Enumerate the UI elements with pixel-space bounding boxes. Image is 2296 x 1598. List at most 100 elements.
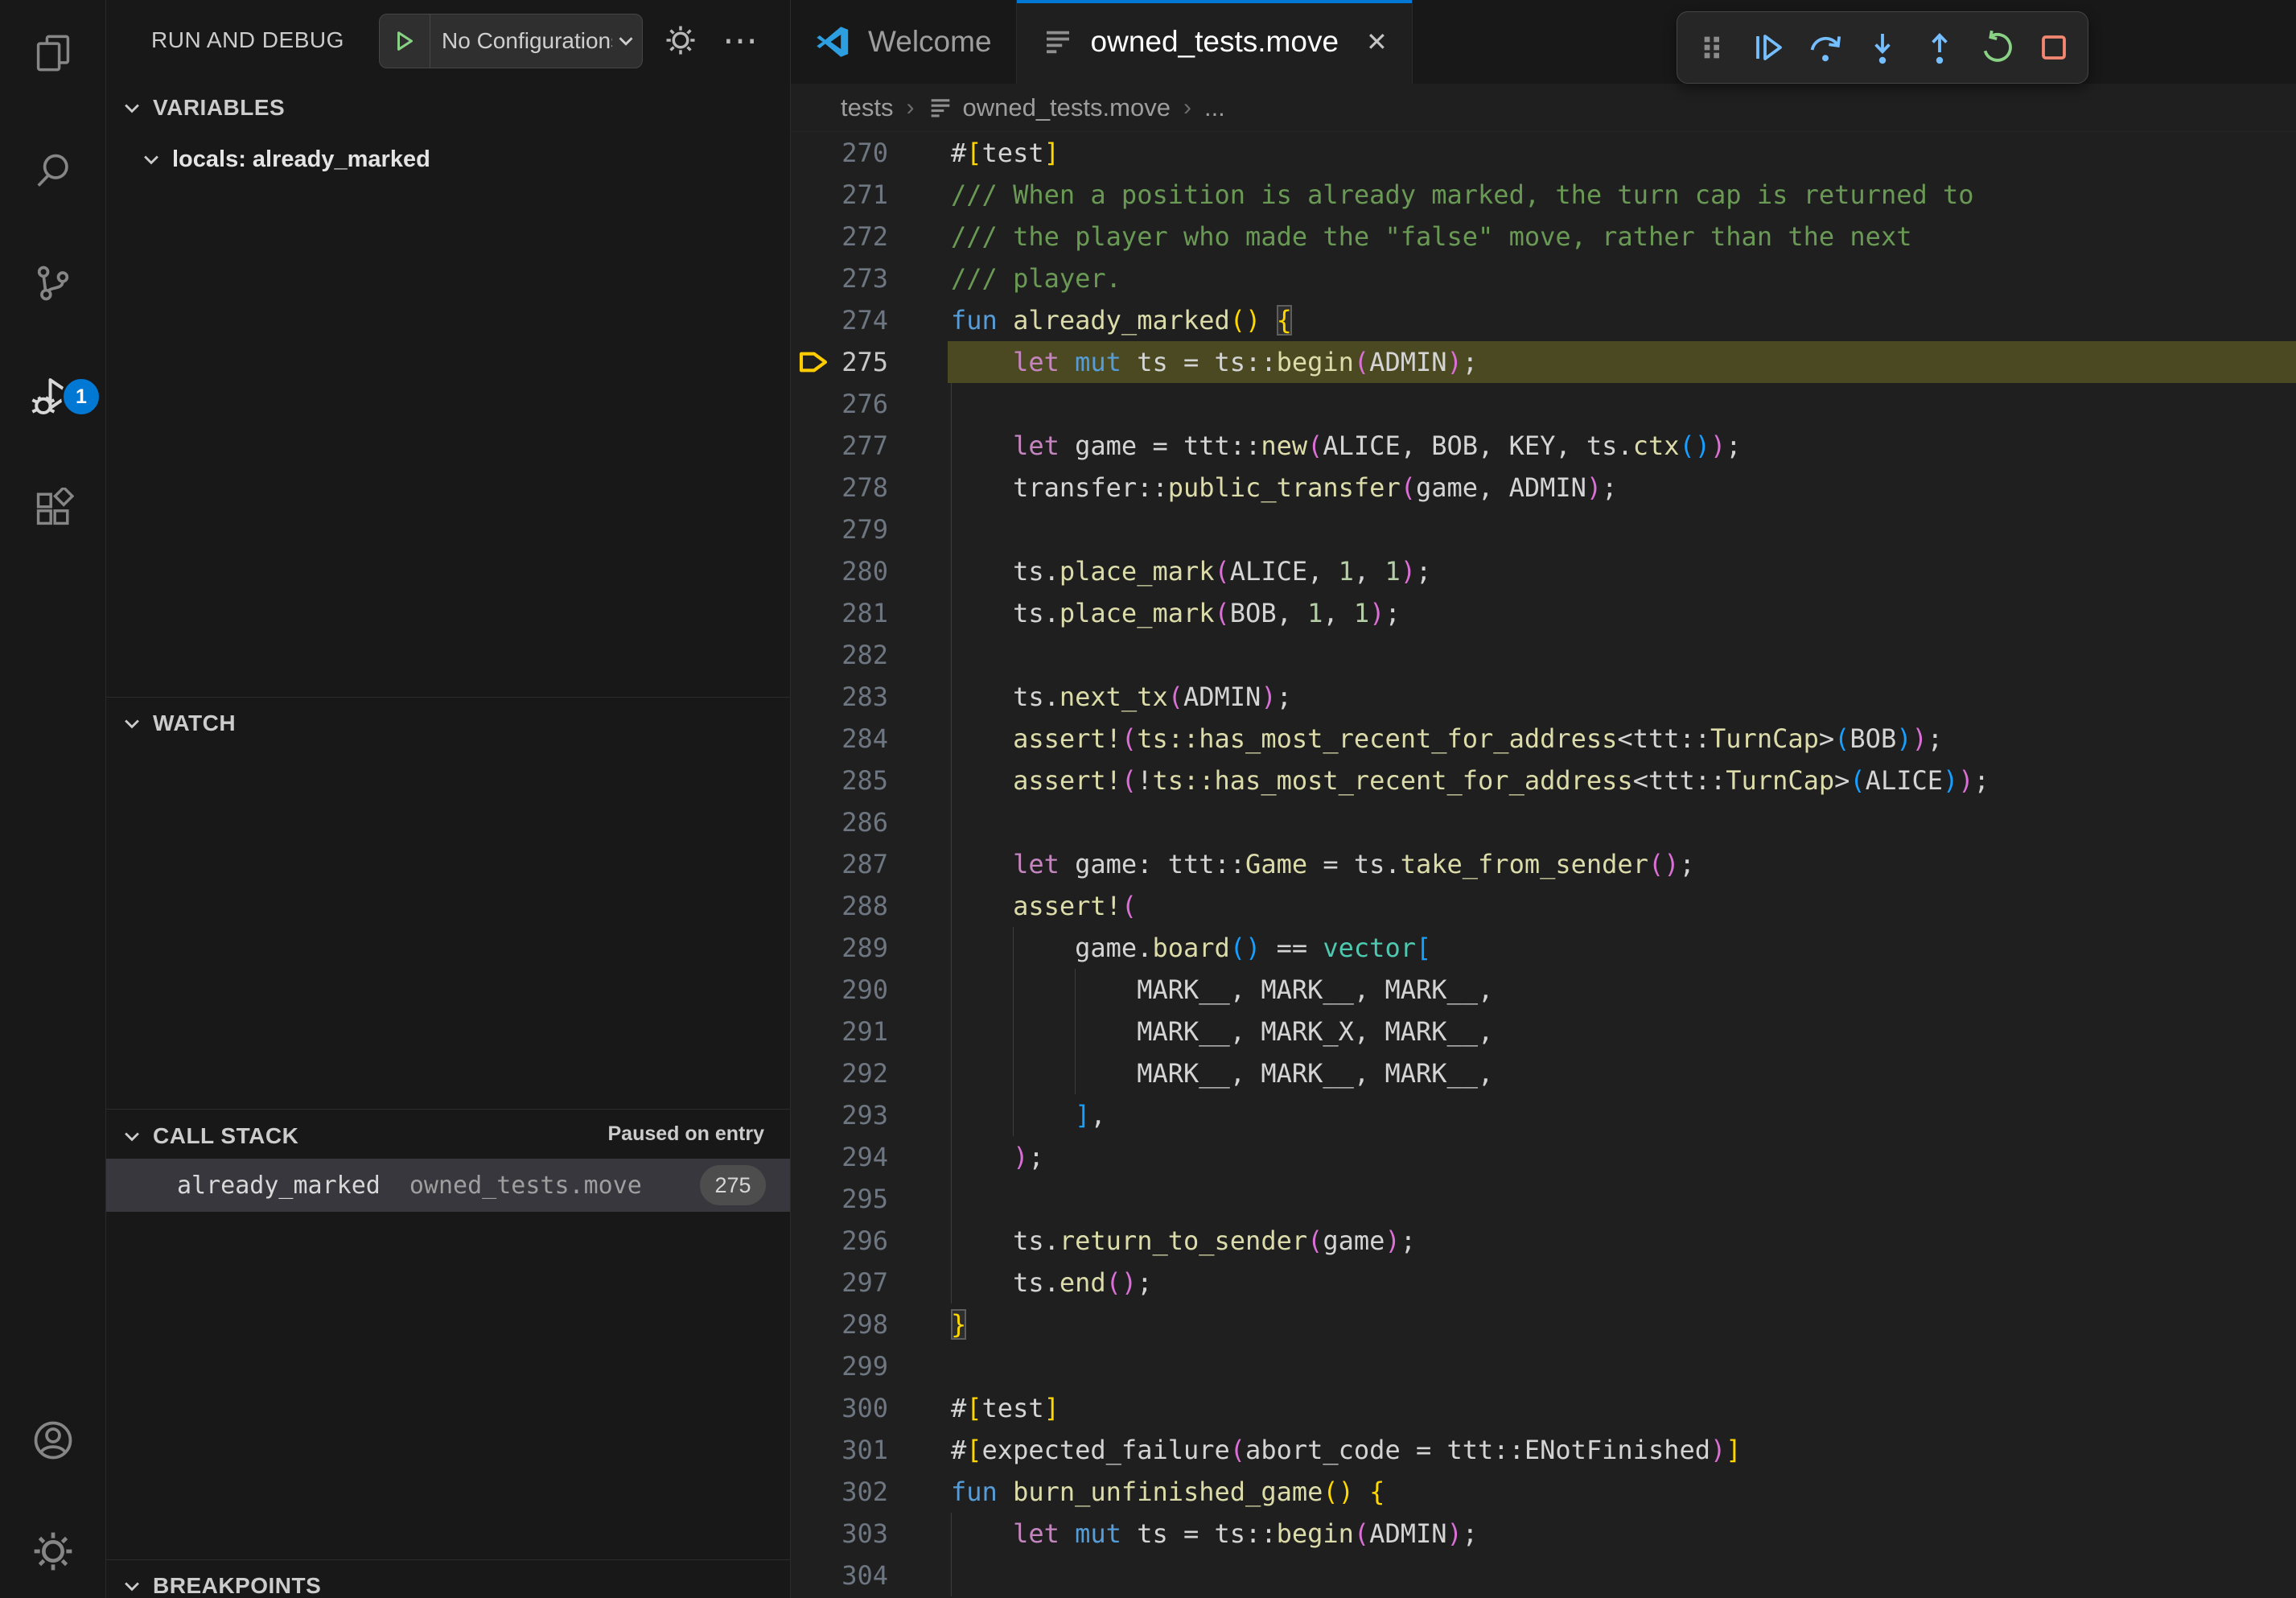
line-number[interactable]: 297 (811, 1262, 888, 1304)
settings-gear-icon[interactable] (0, 1513, 105, 1590)
stop-icon[interactable] (2028, 22, 2080, 73)
code-line[interactable]: ts.end(); (951, 1262, 1152, 1304)
chevron-down-icon (614, 29, 638, 53)
line-number[interactable]: 300 (811, 1387, 888, 1429)
code-line[interactable]: MARK__, MARK__, MARK__, (951, 969, 1493, 1011)
code-line[interactable]: MARK__, MARK_X, MARK__, (951, 1011, 1493, 1052)
line-number[interactable]: 288 (811, 885, 888, 927)
line-number[interactable]: 276 (811, 383, 888, 425)
line-number[interactable]: 280 (811, 550, 888, 592)
run-and-debug-sidebar: RUN AND DEBUG No Configurations ⋯ (106, 0, 791, 1598)
code-line[interactable]: /// player. (951, 257, 1121, 299)
line-number[interactable]: 304 (811, 1555, 888, 1596)
line-number[interactable]: 282 (811, 634, 888, 676)
line-number[interactable]: 295 (811, 1178, 888, 1220)
code-line[interactable]: MARK__, MARK__, MARK__, (951, 1052, 1493, 1094)
line-number[interactable]: 285 (811, 760, 888, 801)
line-number[interactable]: 303 (811, 1513, 888, 1555)
debug-settings-gear-icon[interactable] (655, 14, 706, 66)
breadcrumb-item-symbol[interactable]: ... (1204, 93, 1225, 122)
breadcrumb-item-file[interactable]: owned_tests.move (962, 93, 1170, 122)
line-number[interactable]: 283 (811, 676, 888, 718)
section-label: VARIABLES (153, 95, 285, 121)
code-line[interactable]: transfer::public_transfer(game, ADMIN); (951, 467, 1617, 509)
step-over-icon[interactable] (1800, 22, 1851, 73)
code-line[interactable]: assert!(!ts::has_most_recent_for_address… (951, 760, 1989, 801)
paused-status: Paused on entry (608, 1110, 765, 1157)
code-line[interactable]: ts.place_mark(BOB, 1, 1); (951, 592, 1401, 634)
code-line[interactable]: } (951, 1304, 966, 1345)
line-number[interactable]: 273 (811, 257, 888, 299)
code-line[interactable]: game.board() == vector[ (951, 927, 1431, 969)
line-number[interactable]: 293 (811, 1094, 888, 1136)
line-number[interactable]: 275 (811, 341, 888, 383)
code-line[interactable]: #[test] (951, 132, 1060, 174)
code-line[interactable]: fun already_marked() { (951, 299, 1292, 341)
code-line[interactable]: ts.next_tx(ADMIN); (951, 676, 1292, 718)
close-icon[interactable]: ✕ (1366, 27, 1388, 57)
line-number[interactable]: 290 (811, 969, 888, 1011)
start-debug-icon[interactable] (380, 14, 430, 68)
account-icon[interactable] (0, 1402, 105, 1479)
line-number[interactable]: 294 (811, 1136, 888, 1178)
explorer-icon[interactable] (0, 14, 105, 92)
step-out-icon[interactable] (1914, 22, 1965, 73)
line-number[interactable]: 279 (811, 509, 888, 550)
code-line[interactable]: assert!( (951, 885, 1137, 927)
line-number[interactable]: 274 (811, 299, 888, 341)
line-number[interactable]: 287 (811, 843, 888, 885)
restart-icon[interactable] (1971, 22, 2022, 73)
run-and-debug-icon[interactable]: 1 (0, 357, 105, 435)
debug-configuration-dropdown[interactable]: No Configurations (379, 14, 643, 68)
tab-welcome[interactable]: Welcome (791, 0, 1017, 84)
line-number[interactable]: 270 (811, 132, 888, 174)
code-line[interactable]: ts.place_mark(ALICE, 1, 1); (951, 550, 1431, 592)
code-line[interactable]: let game = ttt::new(ALICE, BOB, KEY, ts.… (951, 425, 1742, 467)
line-number[interactable]: 299 (811, 1345, 888, 1387)
search-icon[interactable] (0, 132, 105, 209)
section-label: CALL STACK (153, 1123, 298, 1149)
code-line[interactable]: #[expected_failure(abort_code = ttt::ENo… (951, 1429, 1742, 1471)
line-number[interactable]: 302 (811, 1471, 888, 1513)
code-line[interactable]: ); (951, 1136, 1044, 1178)
variables-section-header[interactable]: VARIABLES (106, 82, 790, 134)
line-number[interactable]: 292 (811, 1052, 888, 1094)
continue-icon[interactable] (1743, 22, 1794, 73)
line-number[interactable]: 272 (811, 216, 888, 257)
code-line[interactable]: /// the player who made the "false" move… (951, 216, 1911, 257)
line-number[interactable]: 291 (811, 1011, 888, 1052)
toolbar-drag-handle[interactable] (1685, 22, 1737, 73)
code-line[interactable]: let mut ts = ts::begin(ADMIN); (951, 1513, 1478, 1555)
vscode-logo-icon (815, 23, 852, 60)
line-number[interactable]: 278 (811, 467, 888, 509)
code-line[interactable]: /// When a position is already marked, t… (951, 174, 1974, 216)
watch-section-header[interactable]: WATCH (106, 698, 790, 749)
line-number[interactable]: 286 (811, 801, 888, 843)
step-into-icon[interactable] (1857, 22, 1908, 73)
code-line[interactable]: fun burn_unfinished_game() { (951, 1471, 1385, 1513)
code-line[interactable]: let mut ts = ts::begin(ADMIN); (951, 341, 1478, 383)
code-line[interactable]: #[test] (951, 1387, 1060, 1429)
line-number[interactable]: 277 (811, 425, 888, 467)
code-line[interactable]: let game: ttt::Game = ts.take_from_sende… (951, 843, 1695, 885)
line-number[interactable]: 301 (811, 1429, 888, 1471)
source-control-icon[interactable] (0, 245, 105, 322)
code-line[interactable]: ts.return_to_sender(game); (951, 1220, 1416, 1262)
tab-owned-tests-move[interactable]: owned_tests.move ✕ (1017, 0, 1413, 84)
code-line[interactable]: assert!(ts::has_most_recent_for_address<… (951, 718, 1943, 760)
breadcrumb: tests › owned_tests.move › ... (791, 84, 2296, 132)
extensions-icon[interactable] (0, 470, 105, 547)
line-number[interactable]: 296 (811, 1220, 888, 1262)
code-editor[interactable]: 270 #[test] 271 /// When a position is alre… (791, 132, 2296, 1598)
call-stack-frame-row[interactable]: already_marked owned_tests.move 275 (106, 1159, 790, 1212)
breakpoints-section-header[interactable]: BREAKPOINTS (106, 1560, 790, 1598)
line-number[interactable]: 289 (811, 927, 888, 969)
line-number[interactable]: 271 (811, 174, 888, 216)
locals-scope-row[interactable]: locals: already_marked (106, 134, 790, 185)
line-number[interactable]: 281 (811, 592, 888, 634)
line-number[interactable]: 298 (811, 1304, 888, 1345)
more-actions-icon[interactable]: ⋯ (714, 14, 766, 66)
line-number[interactable]: 284 (811, 718, 888, 760)
breadcrumb-item-tests[interactable]: tests (841, 93, 893, 122)
code-line[interactable]: ], (951, 1094, 1106, 1136)
